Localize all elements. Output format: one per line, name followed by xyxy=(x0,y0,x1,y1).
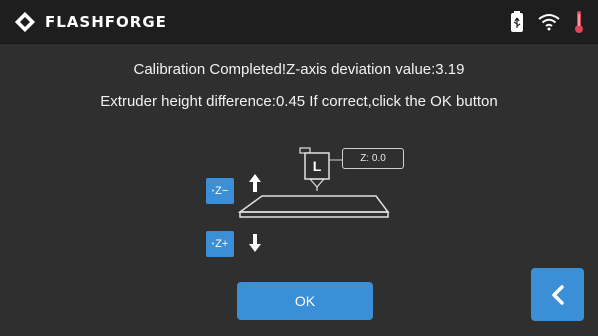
z-minus-label: Z− xyxy=(215,185,229,197)
back-button[interactable] xyxy=(531,268,584,321)
z-plus-label: Z+ xyxy=(215,238,229,250)
ok-button[interactable]: OK xyxy=(237,282,373,320)
z-plus-button[interactable]: • Z+ xyxy=(206,231,234,257)
arrow-up-icon xyxy=(249,174,261,192)
nozzle-label: L xyxy=(312,158,322,174)
chevron-left-icon xyxy=(551,284,564,305)
z-minus-button[interactable]: • Z− xyxy=(206,178,234,204)
build-plate xyxy=(237,195,390,218)
z-offset-readout: Z: 0.0 xyxy=(342,148,404,169)
z-plus-prefix: • xyxy=(211,240,215,248)
arrow-down-icon xyxy=(249,234,261,252)
z-minus-prefix: • xyxy=(211,187,215,195)
